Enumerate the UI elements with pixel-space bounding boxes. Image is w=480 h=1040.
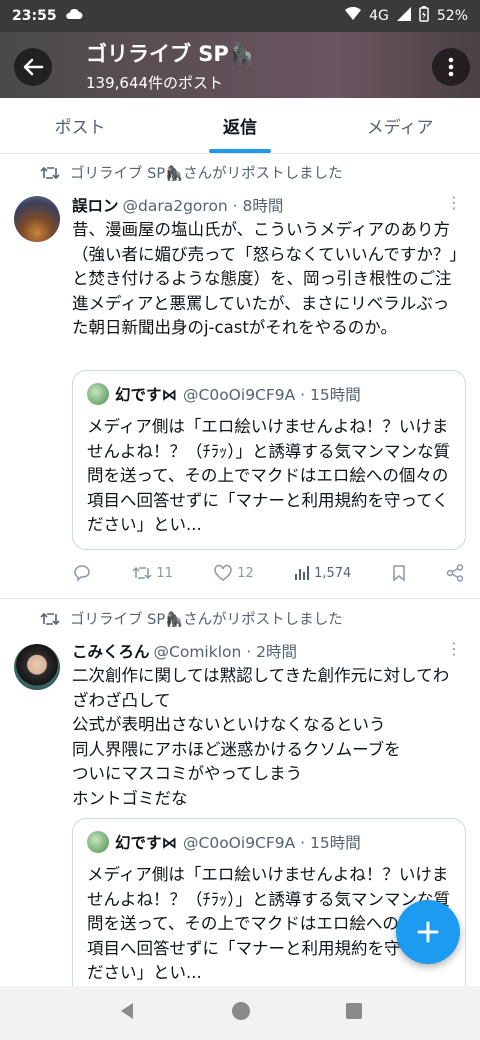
bookmark-icon — [392, 565, 405, 582]
post-text: 二次創作に関しては黙認してきた創作元に対してわざわざ凸して 公式が表明出さないと… — [72, 666, 450, 808]
tab-media[interactable]: メディア — [320, 98, 480, 153]
quote-text: メディア側は「エロ絵いけませんよね！？いけませんよね！？（ﾁﾗｯ）」と誘導する気… — [87, 417, 450, 534]
avatar — [87, 831, 109, 853]
post-author: 誤ロン @dara2goron · 8時間 — [72, 194, 283, 216]
avatar[interactable] — [14, 196, 60, 242]
repost-icon — [40, 612, 60, 625]
author-handle-time: @Comiklon · 2時間 — [153, 643, 297, 661]
quote-author: 幻です⋈ @C0oOi9CF9A · 15時間 — [87, 383, 361, 405]
nav-home-button[interactable] — [230, 1000, 252, 1026]
repost-indicator: ゴリライブ SP🦍さんがリポストしました — [40, 608, 343, 629]
quote-handle-time: @C0oOi9CF9A · 15時間 — [183, 386, 361, 404]
quote-author-name: 幻です⋈ — [115, 386, 178, 404]
share-button[interactable] — [446, 564, 464, 582]
cloud-icon — [65, 8, 83, 24]
divider — [0, 598, 480, 599]
nav-back-button[interactable] — [117, 1001, 137, 1025]
repost-text: ゴリライブ SP🦍さんがリポストしました — [70, 166, 343, 182]
quoted-post[interactable]: 幻です⋈ @C0oOi9CF9A · 15時間 メディア側は「エロ絵いけませんよ… — [72, 370, 466, 550]
tab-replies[interactable]: 返信 — [160, 98, 320, 153]
repost-button[interactable]: 11 — [132, 565, 173, 581]
square-recents-icon — [346, 1003, 363, 1019]
repost-text: ゴリライブ SP🦍さんがリポストしました — [70, 612, 343, 628]
repost-icon — [132, 566, 152, 580]
views-chart-icon — [295, 566, 310, 580]
signal-icon — [396, 7, 411, 25]
tab-posts[interactable]: ポスト — [0, 98, 160, 153]
post-actions: 11 12 1,574 — [72, 564, 464, 582]
like-count: 12 — [237, 565, 254, 581]
status-time: 23:55 — [12, 8, 57, 24]
quote-author-name: 幻です⋈ — [115, 834, 178, 852]
share-icon — [446, 564, 464, 582]
bookmark-button[interactable] — [392, 564, 406, 582]
nav-recents-button[interactable] — [345, 1002, 363, 1024]
post-item[interactable]: ゴリライブ SP🦍さんがリポストしました 誤ロン @dara2goron · 8… — [0, 154, 480, 600]
reply-icon — [74, 565, 90, 582]
profile-name: ゴリライブ SP🦍 — [86, 42, 255, 66]
post-author: こみくろん @Comiklon · 2時間 — [72, 640, 297, 662]
quote-author: 幻です⋈ @C0oOi9CF9A · 15時間 — [87, 831, 361, 853]
avatar — [87, 383, 109, 405]
battery-level: 52% — [436, 8, 468, 24]
post-count: 139,644件のポスト — [86, 74, 224, 92]
battery-icon — [419, 6, 429, 26]
vertical-dots-icon — [448, 57, 454, 77]
post-menu-icon[interactable]: ⋮ — [446, 641, 462, 657]
network-label: 4G — [369, 8, 389, 24]
profile-header: ゴリライブ SP🦍 139,644件のポスト — [0, 32, 480, 98]
repost-indicator: ゴリライブ SP🦍さんがリポストしました — [40, 162, 343, 183]
author-name[interactable]: 誤ロン — [72, 194, 119, 216]
avatar[interactable] — [14, 644, 60, 690]
author-handle-time: @dara2goron · 8時間 — [122, 197, 284, 215]
quote-handle-time: @C0oOi9CF9A · 15時間 — [183, 834, 361, 852]
post-text: 昔、漫画屋の塩山氏が、こういうメディアのあり方（強い者に媚び売って「怒らなくてい… — [72, 220, 458, 337]
status-bar: 23:55 4G 52% — [0, 0, 480, 32]
post-menu-icon[interactable]: ⋮ — [446, 195, 462, 211]
wifi-icon — [345, 6, 362, 25]
reply-button[interactable] — [72, 564, 92, 582]
profile-tabs: ポスト 返信 メディア — [0, 98, 480, 154]
view-count: 1,574 — [314, 565, 352, 581]
like-button[interactable]: 12 — [213, 564, 254, 582]
triangle-back-icon — [120, 1003, 133, 1019]
heart-icon — [214, 564, 232, 581]
repost-icon — [40, 166, 60, 179]
more-options-button[interactable] — [432, 48, 470, 86]
back-button[interactable] — [14, 48, 52, 86]
circle-home-icon — [231, 1002, 250, 1020]
plus-icon — [417, 921, 439, 943]
views-button[interactable]: 1,574 — [294, 565, 351, 581]
back-arrow-icon — [23, 58, 44, 76]
author-name[interactable]: こみくろん — [72, 640, 150, 662]
system-nav-bar — [0, 986, 480, 1040]
compose-button[interactable] — [396, 900, 460, 964]
repost-count: 11 — [156, 565, 173, 581]
